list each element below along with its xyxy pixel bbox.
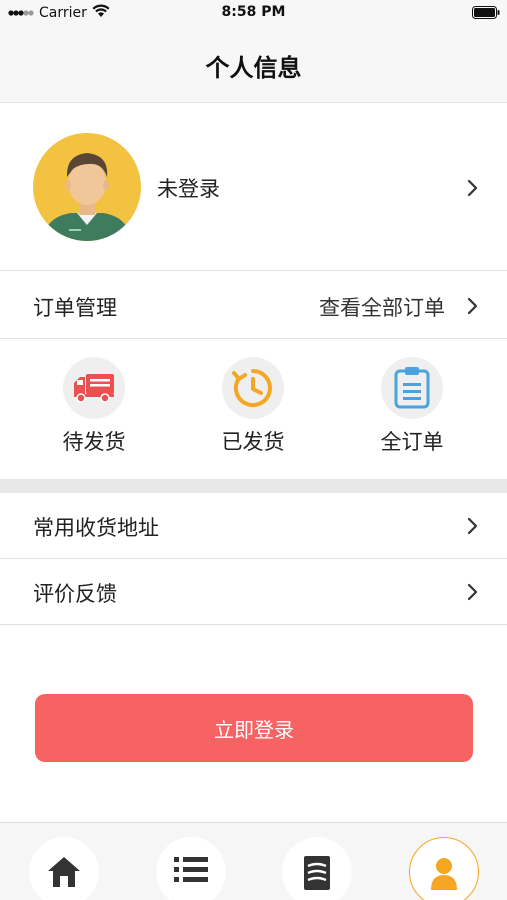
login-button[interactable]: 立即登录 [35,694,473,762]
document-icon [302,855,332,895]
person-icon [429,856,459,894]
profile-name: 未登录 [157,177,220,201]
tab-list[interactable] [156,837,226,900]
order-management-row[interactable]: 订单管理 查看全部订单 [0,271,507,339]
chevron-right-icon [466,515,480,537]
order-management-title: 订单管理 [33,296,117,320]
tab-home[interactable] [29,837,99,900]
clipboard-icon [381,357,443,419]
order-shipped-label: 已发货 [221,430,285,454]
clock-icon [222,357,284,419]
section-divider [0,479,507,493]
feedback-label: 评价反馈 [33,582,117,606]
list-icon [173,855,209,889]
chevron-right-icon [466,177,480,199]
chevron-right-icon [466,295,480,317]
feedback-row[interactable]: 评价反馈 [0,559,507,625]
address-label: 常用收货地址 [33,516,159,540]
order-shipped[interactable]: 已发货 [198,357,308,456]
tab-profile[interactable] [409,837,479,900]
tab-document[interactable] [282,837,352,900]
truck-icon [63,357,125,419]
battery-icon [472,6,500,23]
status-time: 8:58 PM [221,4,286,20]
order-pending-label: 待发货 [62,430,126,454]
tab-bar [0,822,507,900]
nav-bar: 个人信息 [0,26,507,103]
order-all[interactable]: 全订单 [357,357,467,456]
address-row[interactable]: 常用收货地址 [0,493,507,559]
order-all-label: 全订单 [380,430,444,454]
user-avatar-icon [33,133,141,241]
profile-row[interactable]: 未登录 [0,103,507,271]
page-title: 个人信息 [205,54,302,82]
order-pending-shipment[interactable]: 待发货 [39,357,149,456]
chevron-right-icon [466,581,480,603]
order-status-shortcuts: 待发货 已发货 全订单 [0,339,507,479]
view-all-orders-link[interactable]: 查看全部订单 [319,292,445,322]
status-bar: Carrier 8:58 PM [0,0,507,26]
home-icon [46,855,82,893]
